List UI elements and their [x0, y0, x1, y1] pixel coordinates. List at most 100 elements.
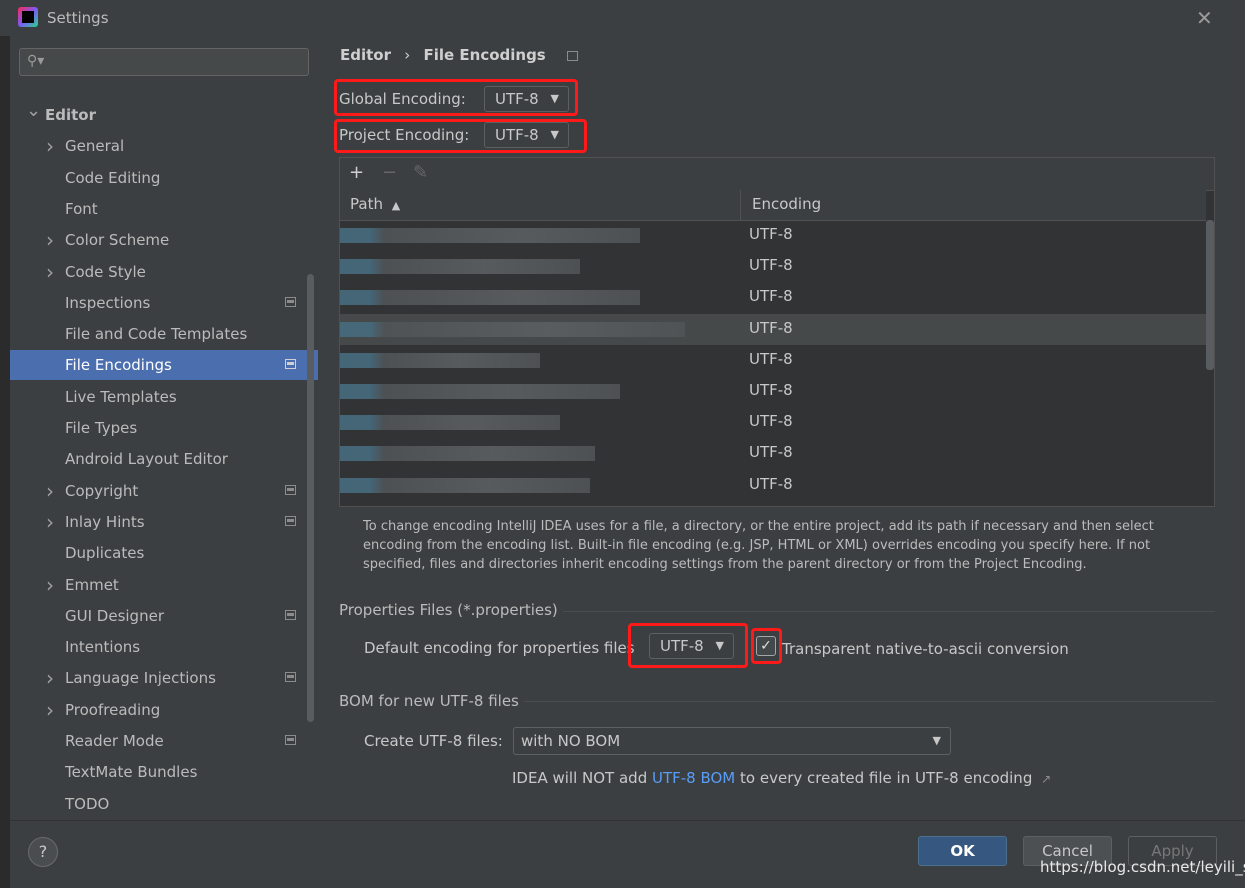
table-row[interactable]: UTF-8 — [340, 376, 1206, 407]
add-icon[interactable]: + — [349, 162, 364, 183]
chevron-down-icon: ▼ — [550, 128, 559, 141]
utf8-bom-link[interactable]: UTF-8 BOM — [652, 769, 735, 787]
sidebar-item-font[interactable]: Font — [10, 194, 310, 224]
chevron-right-icon[interactable]: › — [46, 257, 54, 287]
watermark-text: https://blog.csdn.net/leyili_s — [1040, 858, 1245, 876]
sidebar-item-language-injections[interactable]: › Language Injections — [10, 663, 310, 693]
sidebar-item-intentions[interactable]: Intentions — [10, 632, 310, 662]
table-header: Path ▲ Encoding — [340, 190, 1206, 221]
table-row[interactable]: UTF-8 — [340, 345, 1206, 376]
table-row[interactable]: UTF-8 — [340, 470, 1206, 501]
properties-encoding-combo[interactable]: UTF-8 ▼ — [649, 633, 734, 659]
native-to-ascii-label[interactable]: Transparent native-to-ascii conversion — [782, 640, 1069, 658]
sidebar-item-file-encodings[interactable]: File Encodings — [10, 350, 318, 381]
section-divider — [524, 701, 1215, 702]
sidebar-item-copyright[interactable]: › Copyright — [10, 476, 310, 506]
table-row[interactable]: UTF-8 — [340, 251, 1206, 282]
sidebar-item-editor[interactable]: ⌄ Editor — [10, 100, 310, 130]
sidebar-item-general[interactable]: › General — [10, 131, 310, 161]
bom-section-title: BOM for new UTF-8 files — [339, 692, 519, 710]
encoding-cell[interactable]: UTF-8 — [749, 475, 793, 493]
sidebar-item-label: General — [65, 137, 125, 156]
sidebar-item-todo[interactable]: TODO — [10, 789, 310, 819]
sidebar-item-duplicates[interactable]: Duplicates — [10, 538, 310, 568]
chevron-right-icon[interactable]: › — [46, 570, 54, 600]
encoding-cell[interactable]: UTF-8 — [749, 412, 793, 430]
encoding-cell[interactable]: UTF-8 — [749, 287, 793, 305]
global-encoding-combo[interactable]: UTF-8 ▼ — [484, 86, 569, 112]
sidebar-item-label: GUI Designer — [65, 606, 164, 625]
bom-note-prefix: IDEA will NOT add — [512, 769, 652, 787]
encoding-cell[interactable]: UTF-8 — [749, 256, 793, 274]
window-title: Settings — [47, 9, 109, 27]
create-utf8-combo[interactable]: with NO BOM ▼ — [513, 727, 951, 755]
sidebar-item-inspections[interactable]: Inspections — [10, 288, 310, 318]
search-icon: ⚲▾ — [27, 53, 45, 69]
table-row[interactable]: UTF-8 — [340, 313, 1206, 345]
sidebar-item-label: File and Code Templates — [65, 325, 248, 344]
properties-encoding-value: UTF-8 — [660, 637, 704, 655]
sidebar-item-file-types[interactable]: File Types — [10, 413, 310, 443]
chevron-down-icon[interactable]: ⌄ — [26, 96, 41, 126]
sidebar-item-label: File Encodings — [65, 356, 172, 375]
chevron-down-icon: ▼ — [932, 734, 941, 747]
encoding-cell[interactable]: UTF-8 — [749, 319, 793, 337]
sidebar-item-proofreading[interactable]: › Proofreading — [10, 695, 310, 725]
project-settings-icon — [285, 484, 296, 495]
encoding-cell[interactable]: UTF-8 — [749, 381, 793, 399]
edit-icon[interactable]: ✎ — [413, 162, 428, 183]
sidebar-item-label: Duplicates — [65, 544, 145, 563]
breadcrumb-parent[interactable]: Editor — [340, 46, 391, 64]
path-column-header[interactable]: Path ▲ — [350, 195, 400, 213]
properties-section-title: Properties Files (*.properties) — [339, 601, 558, 619]
table-row[interactable]: UTF-8 — [340, 282, 1206, 313]
help-button[interactable]: ? — [28, 837, 58, 867]
path-cell — [340, 259, 580, 275]
breadcrumb: Editor › File Encodings — [340, 46, 578, 64]
sidebar-item-label: Reader Mode — [65, 732, 164, 750]
sidebar-item-reader-mode[interactable]: Reader Mode — [10, 726, 310, 756]
encoding-cell[interactable]: UTF-8 — [749, 225, 793, 243]
sidebar-item-code-editing[interactable]: Code Editing — [10, 163, 310, 193]
table-row[interactable]: UTF-8 — [340, 220, 1206, 251]
create-utf8-value: with NO BOM — [521, 732, 621, 750]
encoding-cell[interactable]: UTF-8 — [749, 443, 793, 461]
close-icon[interactable]: ✕ — [1196, 6, 1213, 30]
sidebar-item-label: Language Injections — [65, 669, 216, 688]
table-row[interactable]: UTF-8 — [340, 407, 1206, 438]
chevron-right-icon[interactable]: › — [46, 695, 54, 725]
sidebar-item-emmet[interactable]: › Emmet — [10, 570, 310, 600]
sidebar-scrollbar[interactable] — [307, 274, 314, 722]
sidebar-item-android-layout-editor[interactable]: Android Layout Editor — [10, 444, 310, 474]
chevron-right-icon[interactable]: › — [46, 663, 54, 693]
project-encoding-combo[interactable]: UTF-8 ▼ — [484, 122, 569, 148]
sidebar-item-color-scheme[interactable]: › Color Scheme — [10, 225, 310, 255]
chevron-right-icon[interactable]: › — [46, 225, 54, 255]
project-settings-icon — [285, 672, 296, 683]
breadcrumb-separator: › — [404, 46, 411, 64]
title-bar: Settings ✕ — [0, 0, 1245, 36]
remove-icon[interactable]: − — [382, 162, 397, 183]
sidebar-item-label: File Types — [65, 419, 138, 437]
sidebar-item-code-style[interactable]: › Code Style — [10, 257, 310, 287]
table-scrollbar[interactable] — [1206, 220, 1214, 370]
encoding-column-header[interactable]: Encoding — [752, 195, 821, 213]
sidebar-item-label: Live Templates — [65, 387, 177, 406]
sidebar-item-inlay-hints[interactable]: › Inlay Hints — [10, 507, 310, 537]
section-divider — [563, 611, 1215, 612]
chevron-right-icon[interactable]: › — [46, 476, 54, 506]
path-cell — [340, 228, 640, 243]
encoding-cell[interactable]: UTF-8 — [749, 350, 793, 368]
path-encoding-table: + − ✎ Path ▲ Encoding UTF-8 UTF-8 UTF-8 UTF… — [339, 157, 1215, 507]
sidebar-item-gui-designer[interactable]: GUI Designer — [10, 601, 310, 631]
sidebar-item-live-templates[interactable]: Live Templates — [10, 382, 310, 412]
search-input[interactable]: ⚲▾ — [19, 48, 309, 76]
native-to-ascii-checkbox[interactable]: ✓ — [756, 636, 776, 656]
table-row[interactable]: UTF-8 — [340, 438, 1206, 469]
ok-button[interactable]: OK — [918, 836, 1007, 866]
sidebar-item-file-and-code-templates[interactable]: File and Code Templates — [10, 319, 310, 349]
chevron-right-icon[interactable]: › — [46, 131, 54, 161]
sidebar-item-label: Code Style — [65, 262, 146, 281]
sidebar-item-textmate-bundles[interactable]: TextMate Bundles — [10, 757, 310, 787]
chevron-right-icon[interactable]: › — [46, 507, 54, 537]
